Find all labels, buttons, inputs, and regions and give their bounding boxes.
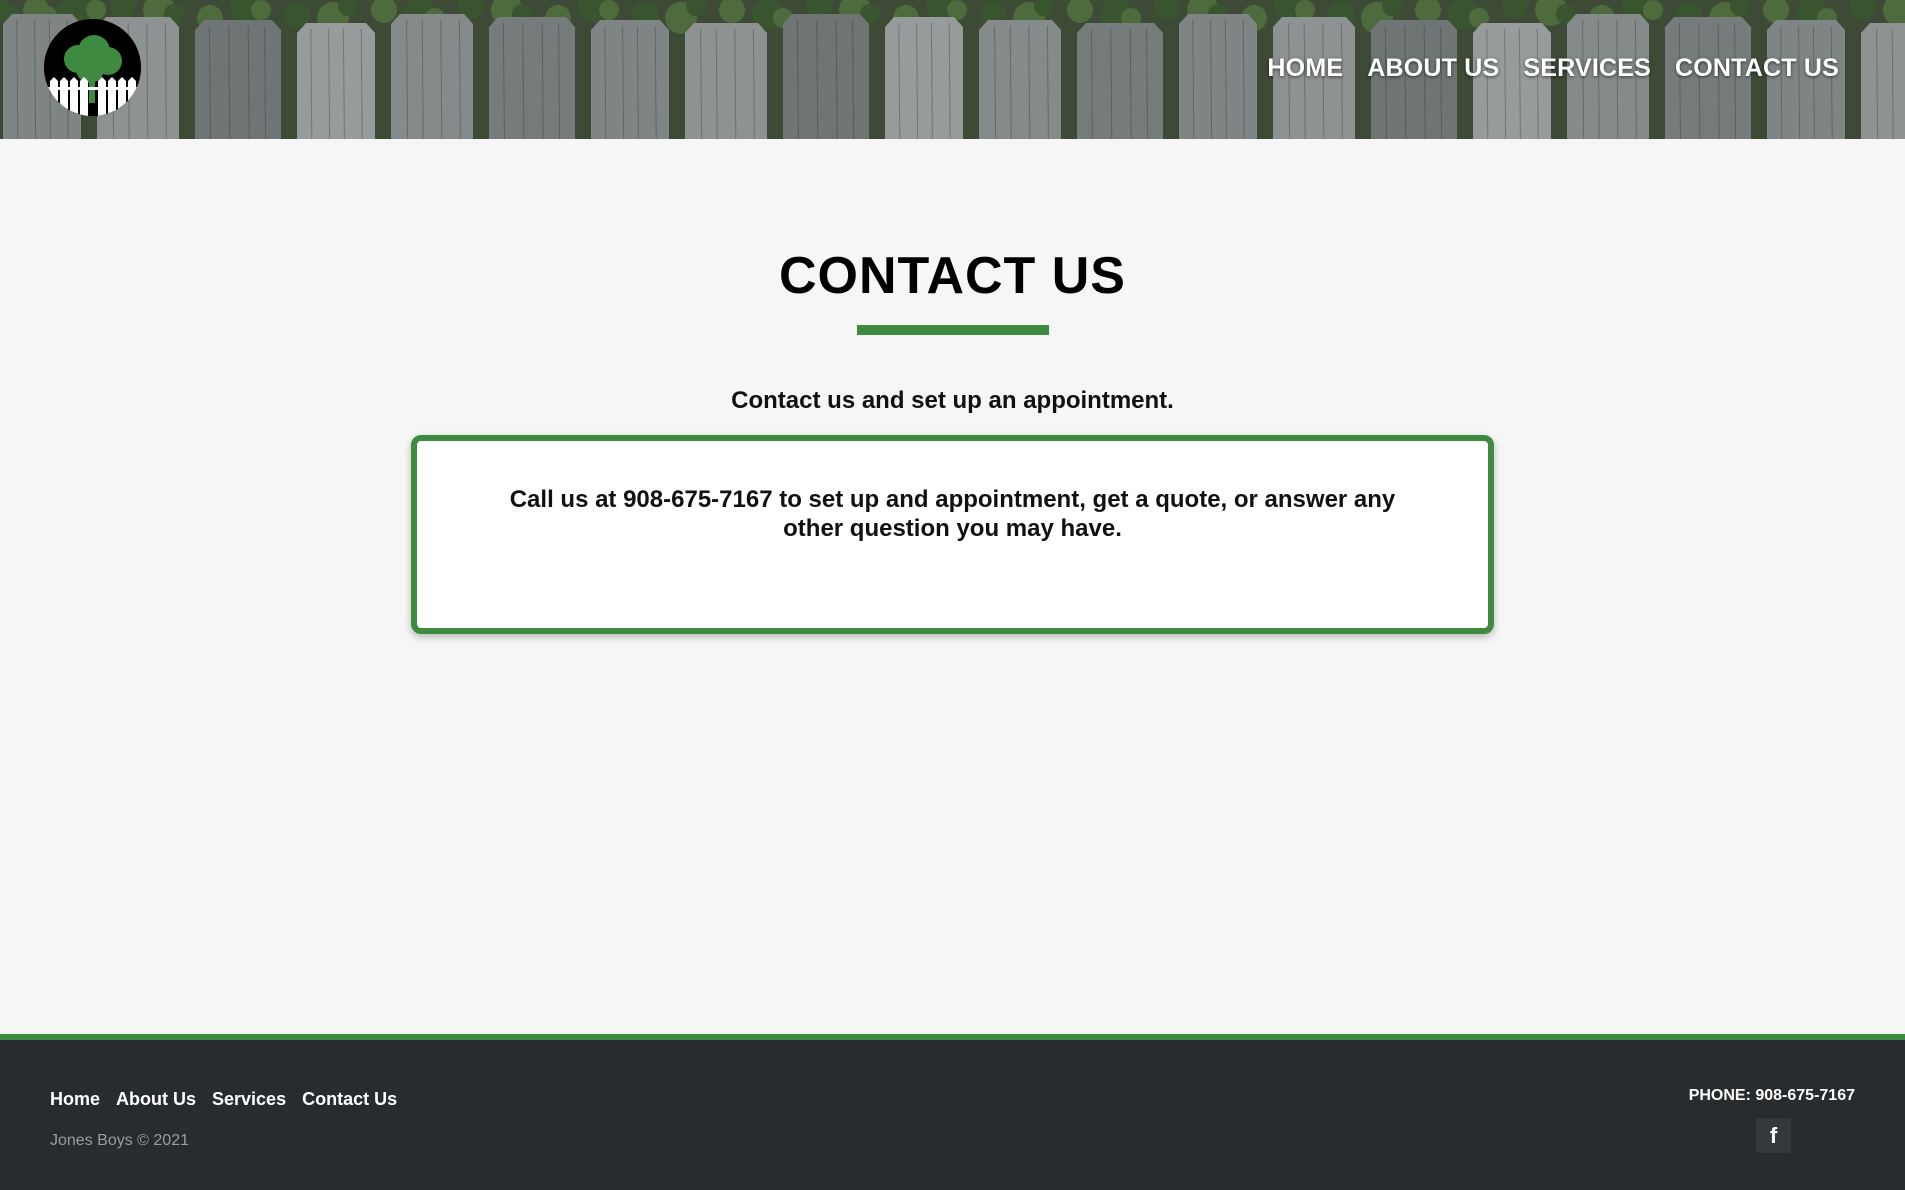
footer-link-contact-us[interactable]: Contact Us	[302, 1089, 397, 1110]
page-title: CONTACT US	[778, 247, 1126, 305]
nav-home[interactable]: HOME	[1267, 54, 1343, 83]
copyright-text: Jones Boys © 2021	[50, 1132, 189, 1149]
page-subtitle: Contact us and set up an appointment.	[731, 387, 1174, 414]
nav-services[interactable]: SERVICES	[1523, 54, 1651, 83]
site-header: HOME ABOUT US SERVICES CONTACT US	[0, 0, 1905, 139]
facebook-glyph: f	[1769, 1122, 1778, 1148]
footer-link-home[interactable]: Home	[50, 1089, 100, 1110]
title-underline	[857, 325, 1049, 335]
footer-link-services[interactable]: Services	[212, 1089, 286, 1110]
footer-link-about-us[interactable]: About Us	[116, 1089, 196, 1110]
facebook-icon[interactable]: f	[1756, 1118, 1791, 1153]
contact-card-text: Call us at 908-675-7167 to set up and ap…	[509, 486, 1396, 542]
main-nav: HOME ABOUT US SERVICES CONTACT US	[1267, 54, 1839, 83]
nav-contact-us[interactable]: CONTACT US	[1675, 54, 1839, 83]
nav-about-us[interactable]: ABOUT US	[1367, 54, 1499, 83]
site-footer: Home About Us Services Contact Us Jones …	[0, 1034, 1905, 1190]
footer-phone: PHONE: 908-675-7167	[1688, 1087, 1855, 1104]
contact-card: Call us at 908-675-7167 to set up and ap…	[411, 435, 1494, 634]
logo[interactable]	[44, 19, 141, 116]
footer-nav: Home About Us Services Contact Us	[50, 1089, 397, 1110]
